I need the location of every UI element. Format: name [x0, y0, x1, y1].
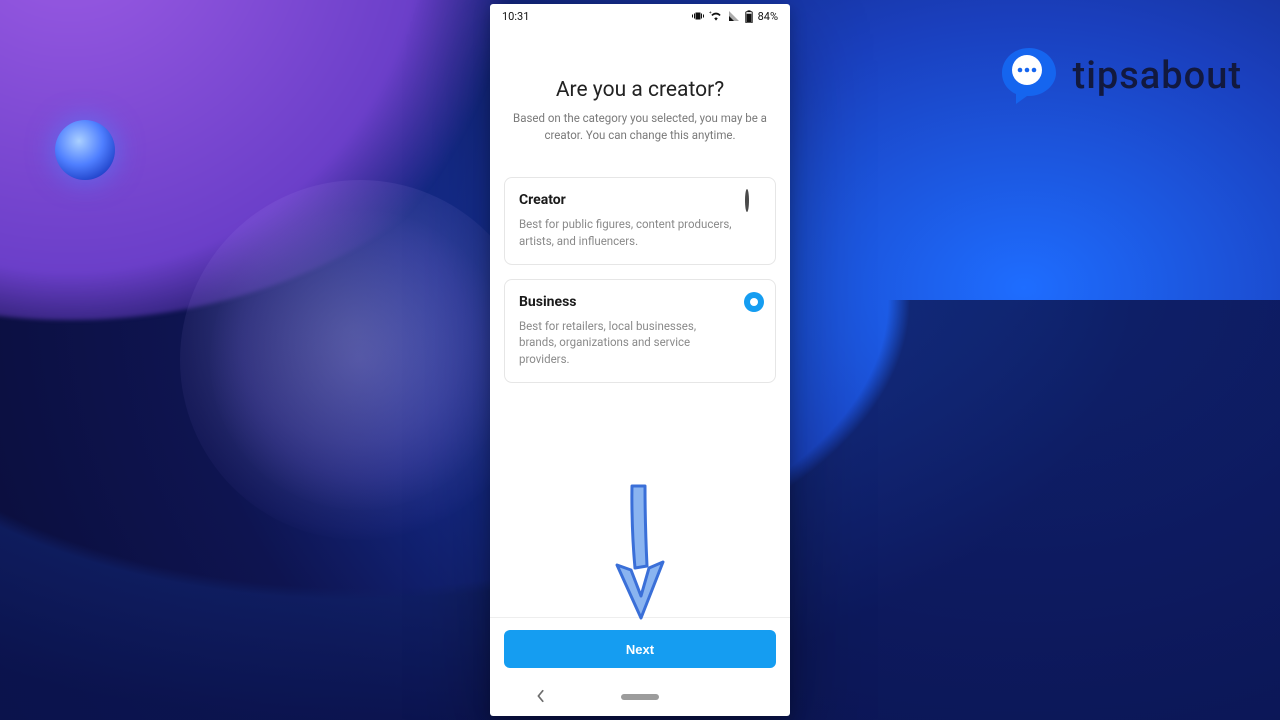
watermark-logo: tipsabout	[997, 44, 1242, 108]
next-button[interactable]: Next	[504, 630, 776, 668]
bg-sphere	[210, 210, 510, 510]
signal-icon	[728, 10, 740, 22]
option-business[interactable]: Business Best for retailers, local busin…	[504, 279, 776, 383]
watermark-text: tipsabout	[1073, 54, 1242, 98]
status-time: 10:31	[502, 10, 529, 23]
option-creator-title: Creator	[519, 192, 761, 208]
bg-orb-small	[55, 120, 115, 180]
phone-frame: 10:31 + 84% Are you a creator? Based on …	[490, 4, 790, 716]
radio-checked-icon	[744, 292, 764, 312]
page-title: Are you a creator?	[504, 78, 776, 102]
screen-content: Are you a creator? Based on the category…	[490, 28, 790, 617]
option-creator-desc: Best for public figures, content produce…	[519, 216, 761, 249]
wifi-icon: +	[709, 10, 723, 22]
footer: Next	[490, 617, 790, 678]
battery-icon	[745, 10, 753, 23]
status-icons: + 84%	[692, 10, 778, 23]
option-creator[interactable]: Creator Best for public figures, content…	[504, 177, 776, 264]
radio-unchecked-icon	[745, 191, 763, 209]
page-subtitle: Based on the category you selected, you …	[504, 110, 776, 143]
svg-text:+: +	[709, 11, 712, 16]
status-battery-pct: 84%	[758, 10, 778, 23]
android-nav-bar	[490, 678, 790, 716]
nav-home-handle[interactable]	[621, 694, 659, 700]
nav-back-button[interactable]	[536, 688, 546, 707]
speech-bubble-icon	[997, 44, 1061, 108]
status-bar: 10:31 + 84%	[490, 4, 790, 28]
option-business-desc: Best for retailers, local businesses, br…	[519, 318, 761, 368]
chevron-left-icon	[536, 689, 546, 703]
vibrate-icon	[692, 10, 704, 22]
option-business-title: Business	[519, 294, 761, 310]
